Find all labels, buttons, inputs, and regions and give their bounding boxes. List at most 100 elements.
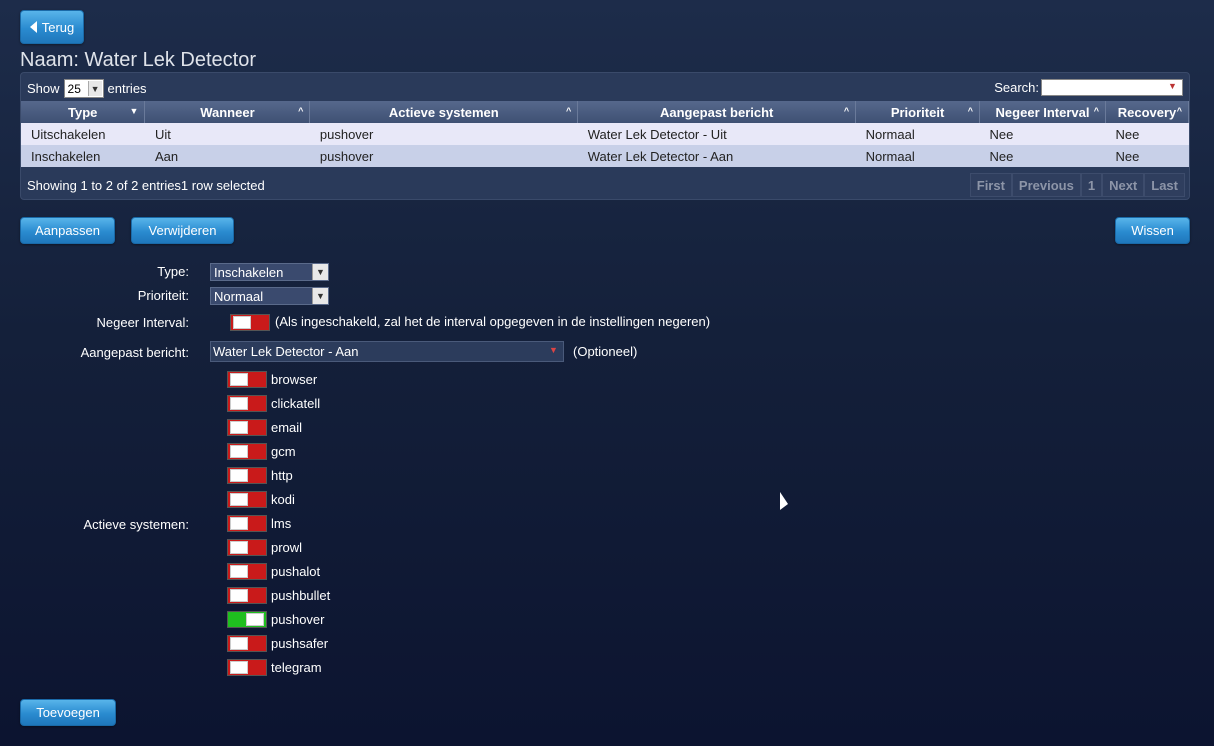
pager-last[interactable]: Last: [1144, 173, 1185, 197]
type-label: Type:: [157, 264, 189, 279]
table-header-row: Type ▼ Wanneer ^ Actieve systemen ^ Aangepa…: [21, 101, 1190, 123]
toggle-pushsafer[interactable]: [227, 635, 267, 652]
table-cell: Nee: [979, 145, 1106, 167]
toggle-kodi[interactable]: [227, 491, 267, 508]
back-button[interactable]: Terug: [20, 10, 84, 44]
toggle-knob: [230, 541, 248, 554]
show-label: Show: [27, 81, 60, 96]
column-header-systems[interactable]: Actieve systemen ^: [309, 101, 579, 123]
delete-button[interactable]: Verwijderen: [131, 217, 234, 244]
system-label-pushover: pushover: [271, 612, 325, 627]
toggle-knob: [230, 637, 248, 650]
add-button[interactable]: Toevoegen: [20, 699, 116, 726]
pager-first[interactable]: First: [969, 173, 1012, 197]
toggle-http[interactable]: [227, 467, 267, 484]
pager-previous[interactable]: Previous: [1011, 173, 1081, 197]
table-cell: Aan: [144, 145, 310, 167]
toggle-knob: [230, 589, 248, 602]
search-label: Search:: [994, 80, 1039, 95]
system-label-pushalot: pushalot: [271, 564, 321, 579]
system-label-pushbullet: pushbullet: [271, 588, 331, 603]
edit-button[interactable]: Aanpassen: [20, 217, 115, 244]
toggle-knob: [246, 613, 264, 626]
pager-page-1[interactable]: 1: [1080, 173, 1103, 197]
chevron-down-icon: ▼: [312, 288, 328, 304]
toggle-prowl[interactable]: [227, 539, 267, 556]
chevron-down-icon: ▼: [312, 264, 328, 280]
table-cell: pushover: [309, 145, 578, 167]
active-systems-label: Actieve systemen:: [83, 517, 190, 532]
priority-label: Prioriteit:: [137, 288, 189, 303]
search-input[interactable]: ▼: [1041, 79, 1183, 96]
column-header-when[interactable]: Wanneer ^: [144, 101, 311, 123]
toggle-telegram[interactable]: [227, 659, 267, 676]
table-cell: Water Lek Detector - Aan: [577, 145, 856, 167]
toggle-knob: [233, 316, 251, 329]
page-size-value: 25: [67, 81, 81, 96]
table-cell: Uitschakelen: [21, 123, 145, 145]
show-entries: Show 25 ▼ entries: [27, 79, 147, 98]
toggle-pushover[interactable]: [227, 611, 267, 628]
page-title: Naam: Water Lek Detector: [20, 49, 257, 71]
toggle-pushalot[interactable]: [227, 563, 267, 580]
priority-select[interactable]: Normaal ▼: [210, 287, 329, 305]
toggle-knob: [230, 493, 248, 506]
ignore-interval-label: Negeer Interval:: [96, 315, 190, 330]
pager-next[interactable]: Next: [1102, 173, 1145, 197]
message-hint: (Optioneel): [573, 344, 638, 359]
ignore-interval-hint: (Als ingeschakeld, zal het de interval o…: [275, 314, 711, 329]
toggle-browser[interactable]: [227, 371, 267, 388]
clear-button[interactable]: Wissen: [1115, 217, 1190, 244]
toggle-email[interactable]: [227, 419, 267, 436]
pagination: First Previous 1 Next Last: [969, 173, 1185, 197]
toggle-pushbullet[interactable]: [227, 587, 267, 604]
message-input[interactable]: Water Lek Detector - Aan ▼: [210, 341, 564, 362]
toggle-knob: [230, 661, 248, 674]
sort-icon: ^: [1093, 106, 1099, 116]
toggle-clickatell[interactable]: [227, 395, 267, 412]
notifications-table: Type ▼ Wanneer ^ Actieve systemen ^ Aangepa…: [21, 101, 1190, 167]
table-cell: Nee: [1105, 145, 1189, 167]
type-select-value: Inschakelen: [214, 264, 284, 280]
password-manager-icon: ▼: [1168, 81, 1177, 91]
system-label-telegram: telegram: [271, 660, 322, 675]
toggle-knob: [230, 397, 248, 410]
sort-icon: ^: [565, 106, 572, 116]
table-cell: Nee: [979, 123, 1106, 145]
column-header-recovery[interactable]: Recovery ^: [1105, 101, 1190, 123]
system-label-prowl: prowl: [271, 540, 303, 555]
back-button-label: Terug: [41, 19, 75, 35]
system-label-lms: lms: [271, 516, 292, 531]
ignore-interval-toggle[interactable]: [230, 314, 270, 331]
table-info: Showing 1 to 2 of 2 entries1 row selecte…: [27, 178, 265, 193]
priority-select-value: Normaal: [214, 288, 264, 304]
toggle-lms[interactable]: [227, 515, 267, 532]
password-manager-icon: ▼: [549, 345, 558, 355]
chevron-down-icon: ▼: [87, 81, 102, 96]
system-label-gcm: gcm: [271, 444, 296, 459]
message-input-value: Water Lek Detector - Aan: [213, 344, 359, 359]
page-size-select[interactable]: 25 ▼: [63, 79, 104, 98]
toggle-knob: [230, 373, 248, 386]
column-header-type[interactable]: Type ▼: [21, 101, 146, 123]
entries-label: entries: [107, 81, 147, 96]
system-label-http: http: [271, 468, 293, 483]
system-label-email: email: [271, 420, 303, 435]
column-header-ignore-interval[interactable]: Negeer Interval ^: [979, 101, 1106, 123]
column-header-message[interactable]: Aangepast bericht ^: [577, 101, 857, 123]
toggle-knob: [230, 565, 248, 578]
table-row-selected[interactable]: Inschakelen Aan pushover Water Lek Detec…: [21, 145, 1189, 167]
column-header-priority[interactable]: Prioriteit ^: [855, 101, 981, 123]
table-cell: Normaal: [855, 123, 980, 145]
toggle-knob: [230, 445, 248, 458]
toggle-gcm[interactable]: [227, 443, 267, 460]
back-arrow-icon: [29, 21, 37, 33]
type-select[interactable]: Inschakelen ▼: [210, 263, 329, 281]
search-box: Search: ▼: [994, 79, 1183, 96]
table-row[interactable]: Uitschakelen Uit pushover Water Lek Dete…: [21, 123, 1189, 145]
sort-icon: ^: [967, 106, 974, 116]
sort-icon: ^: [843, 106, 850, 116]
table-cell: pushover: [309, 123, 578, 145]
system-label-pushsafer: pushsafer: [271, 636, 329, 651]
sort-icon: ^: [1176, 106, 1182, 116]
